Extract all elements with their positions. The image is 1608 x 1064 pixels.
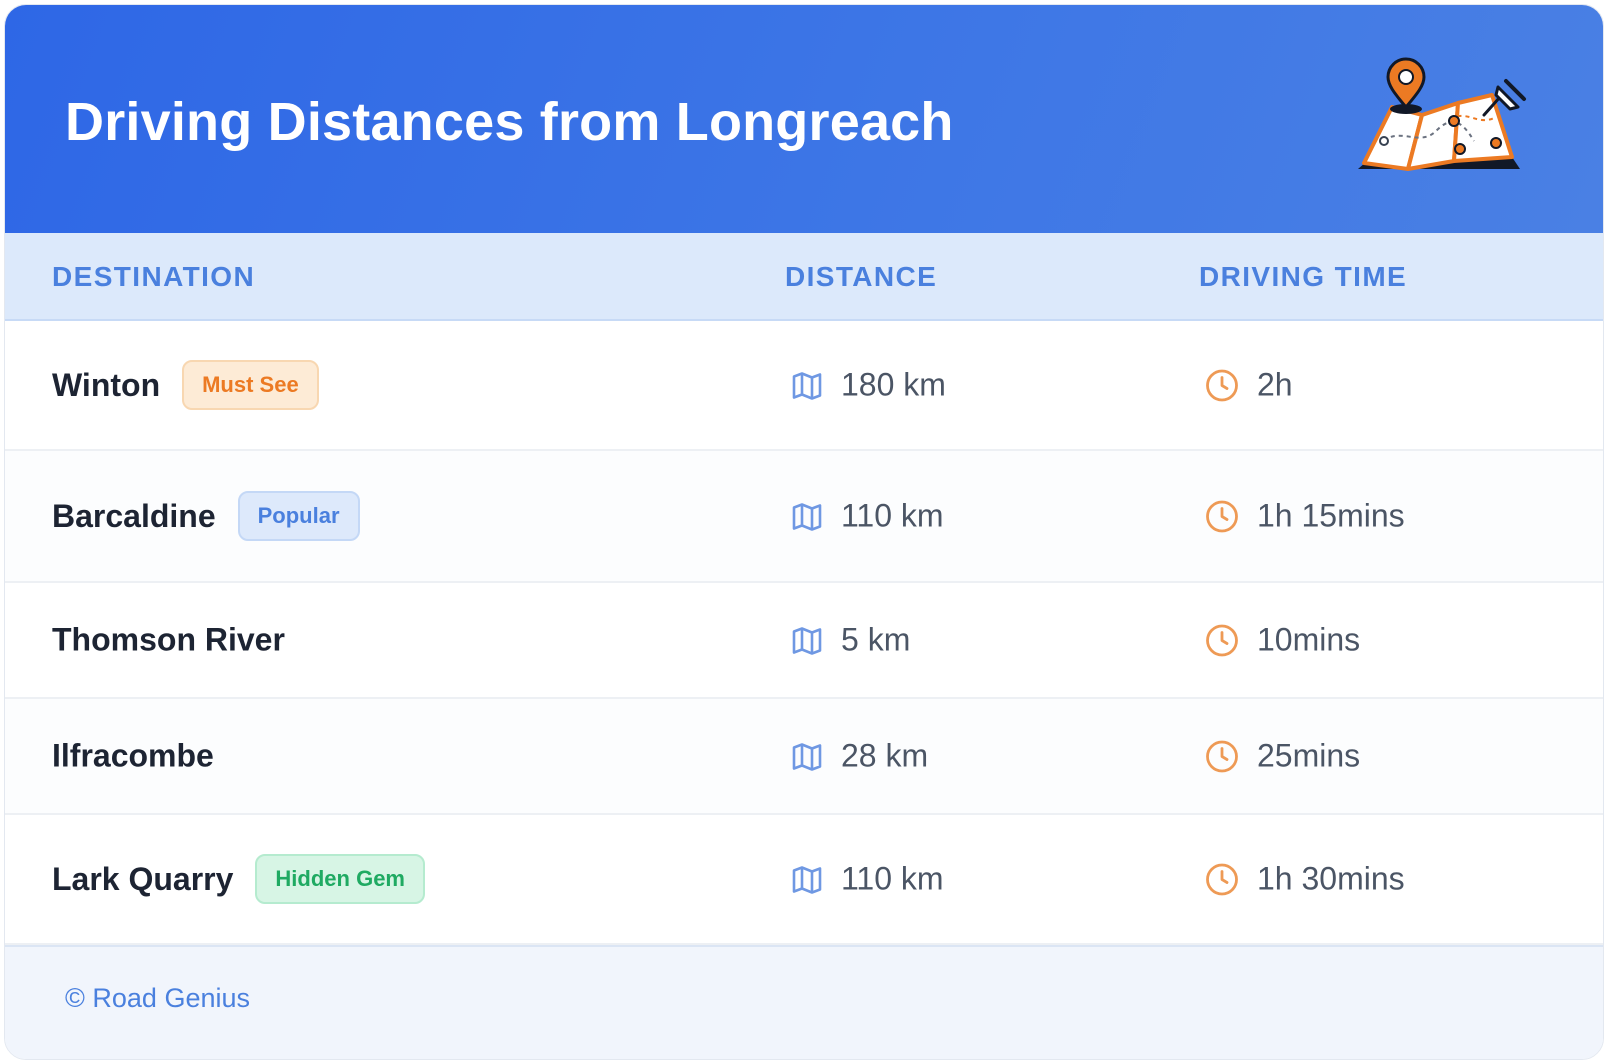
page-title: Driving Distances from Longreach xyxy=(65,92,954,152)
table-row-1: Winton Must See 180 km 2h xyxy=(5,321,1603,451)
driving-time-cell: 1h 15mins xyxy=(1205,498,1405,535)
destination-cell: Barcaldine Popular xyxy=(52,491,360,541)
driving-time-value: 25mins xyxy=(1257,737,1361,774)
destination-cell: Lark Quarry Hidden Gem xyxy=(52,854,425,904)
tag-badge: Must See xyxy=(182,360,319,410)
destination-name: Thomson River xyxy=(52,621,285,658)
distance-cell: 110 km xyxy=(791,498,944,535)
driving-time-cell: 1h 30mins xyxy=(1205,861,1405,898)
destination-cell: Winton Must See xyxy=(52,360,319,410)
map-icon xyxy=(792,865,822,894)
distance-value: 180 km xyxy=(841,366,946,403)
clock-icon xyxy=(1206,863,1238,895)
driving-time-value: 1h 15mins xyxy=(1257,497,1405,534)
destination-name: Barcaldine xyxy=(52,497,216,534)
clock-icon xyxy=(1206,624,1238,656)
table-row-4: Ilfracombe 28 km 25mins xyxy=(5,699,1603,815)
distance-value: 110 km xyxy=(841,497,944,534)
clock-icon xyxy=(1206,500,1238,532)
tag-badge: Hidden Gem xyxy=(255,854,425,904)
distance-cell: 110 km xyxy=(791,861,944,898)
map-icon xyxy=(792,626,822,655)
table-row-2: Barcaldine Popular 110 km 1h 15mins xyxy=(5,451,1603,583)
driving-time-value: 2h xyxy=(1257,366,1293,403)
column-header-destination: DESTINATION xyxy=(52,261,256,292)
destination-cell: Ilfracombe xyxy=(52,738,214,775)
driving-time-cell: 10mins xyxy=(1205,622,1360,659)
tag-badge: Popular xyxy=(237,491,360,541)
clock-icon xyxy=(1206,369,1238,401)
clock-icon xyxy=(1206,740,1238,772)
map-icon xyxy=(792,502,822,531)
card-footer: © Road Genius xyxy=(5,945,1603,1059)
distance-cell: 5 km xyxy=(791,622,910,659)
destination-cell: Thomson River xyxy=(52,622,285,659)
table-row-5: Lark Quarry Hidden Gem 110 km 1h 30mins xyxy=(5,815,1603,945)
table-row-3: Thomson River 5 km 10mins xyxy=(5,583,1603,699)
column-header-distance: DISTANCE xyxy=(785,261,938,292)
destination-name: Ilfracombe xyxy=(52,737,214,774)
card-header: Driving Distances from Longreach xyxy=(5,5,1603,233)
column-header-driving-time: DRIVING TIME xyxy=(1199,261,1408,292)
distance-cell: 28 km xyxy=(791,738,928,775)
distance-value: 28 km xyxy=(841,737,929,774)
copyright-text: © Road Genius xyxy=(65,983,250,1013)
distance-card: Driving Distances from Longreach DESTINA… xyxy=(4,4,1604,1060)
map-icon xyxy=(792,371,822,400)
map-pin-icon xyxy=(1358,57,1526,171)
distance-value: 5 km xyxy=(841,621,911,658)
map-icon xyxy=(792,742,822,771)
driving-time-value: 1h 30mins xyxy=(1257,860,1405,897)
driving-time-cell: 2h xyxy=(1205,367,1293,404)
distance-value: 110 km xyxy=(841,860,944,897)
destination-name: Lark Quarry xyxy=(52,860,234,897)
destination-name: Winton xyxy=(52,366,161,403)
driving-time-cell: 25mins xyxy=(1205,738,1360,775)
table-header: DESTINATION DISTANCE DRIVING TIME xyxy=(5,233,1603,321)
driving-time-value: 10mins xyxy=(1257,621,1361,658)
distance-cell: 180 km xyxy=(791,367,946,404)
